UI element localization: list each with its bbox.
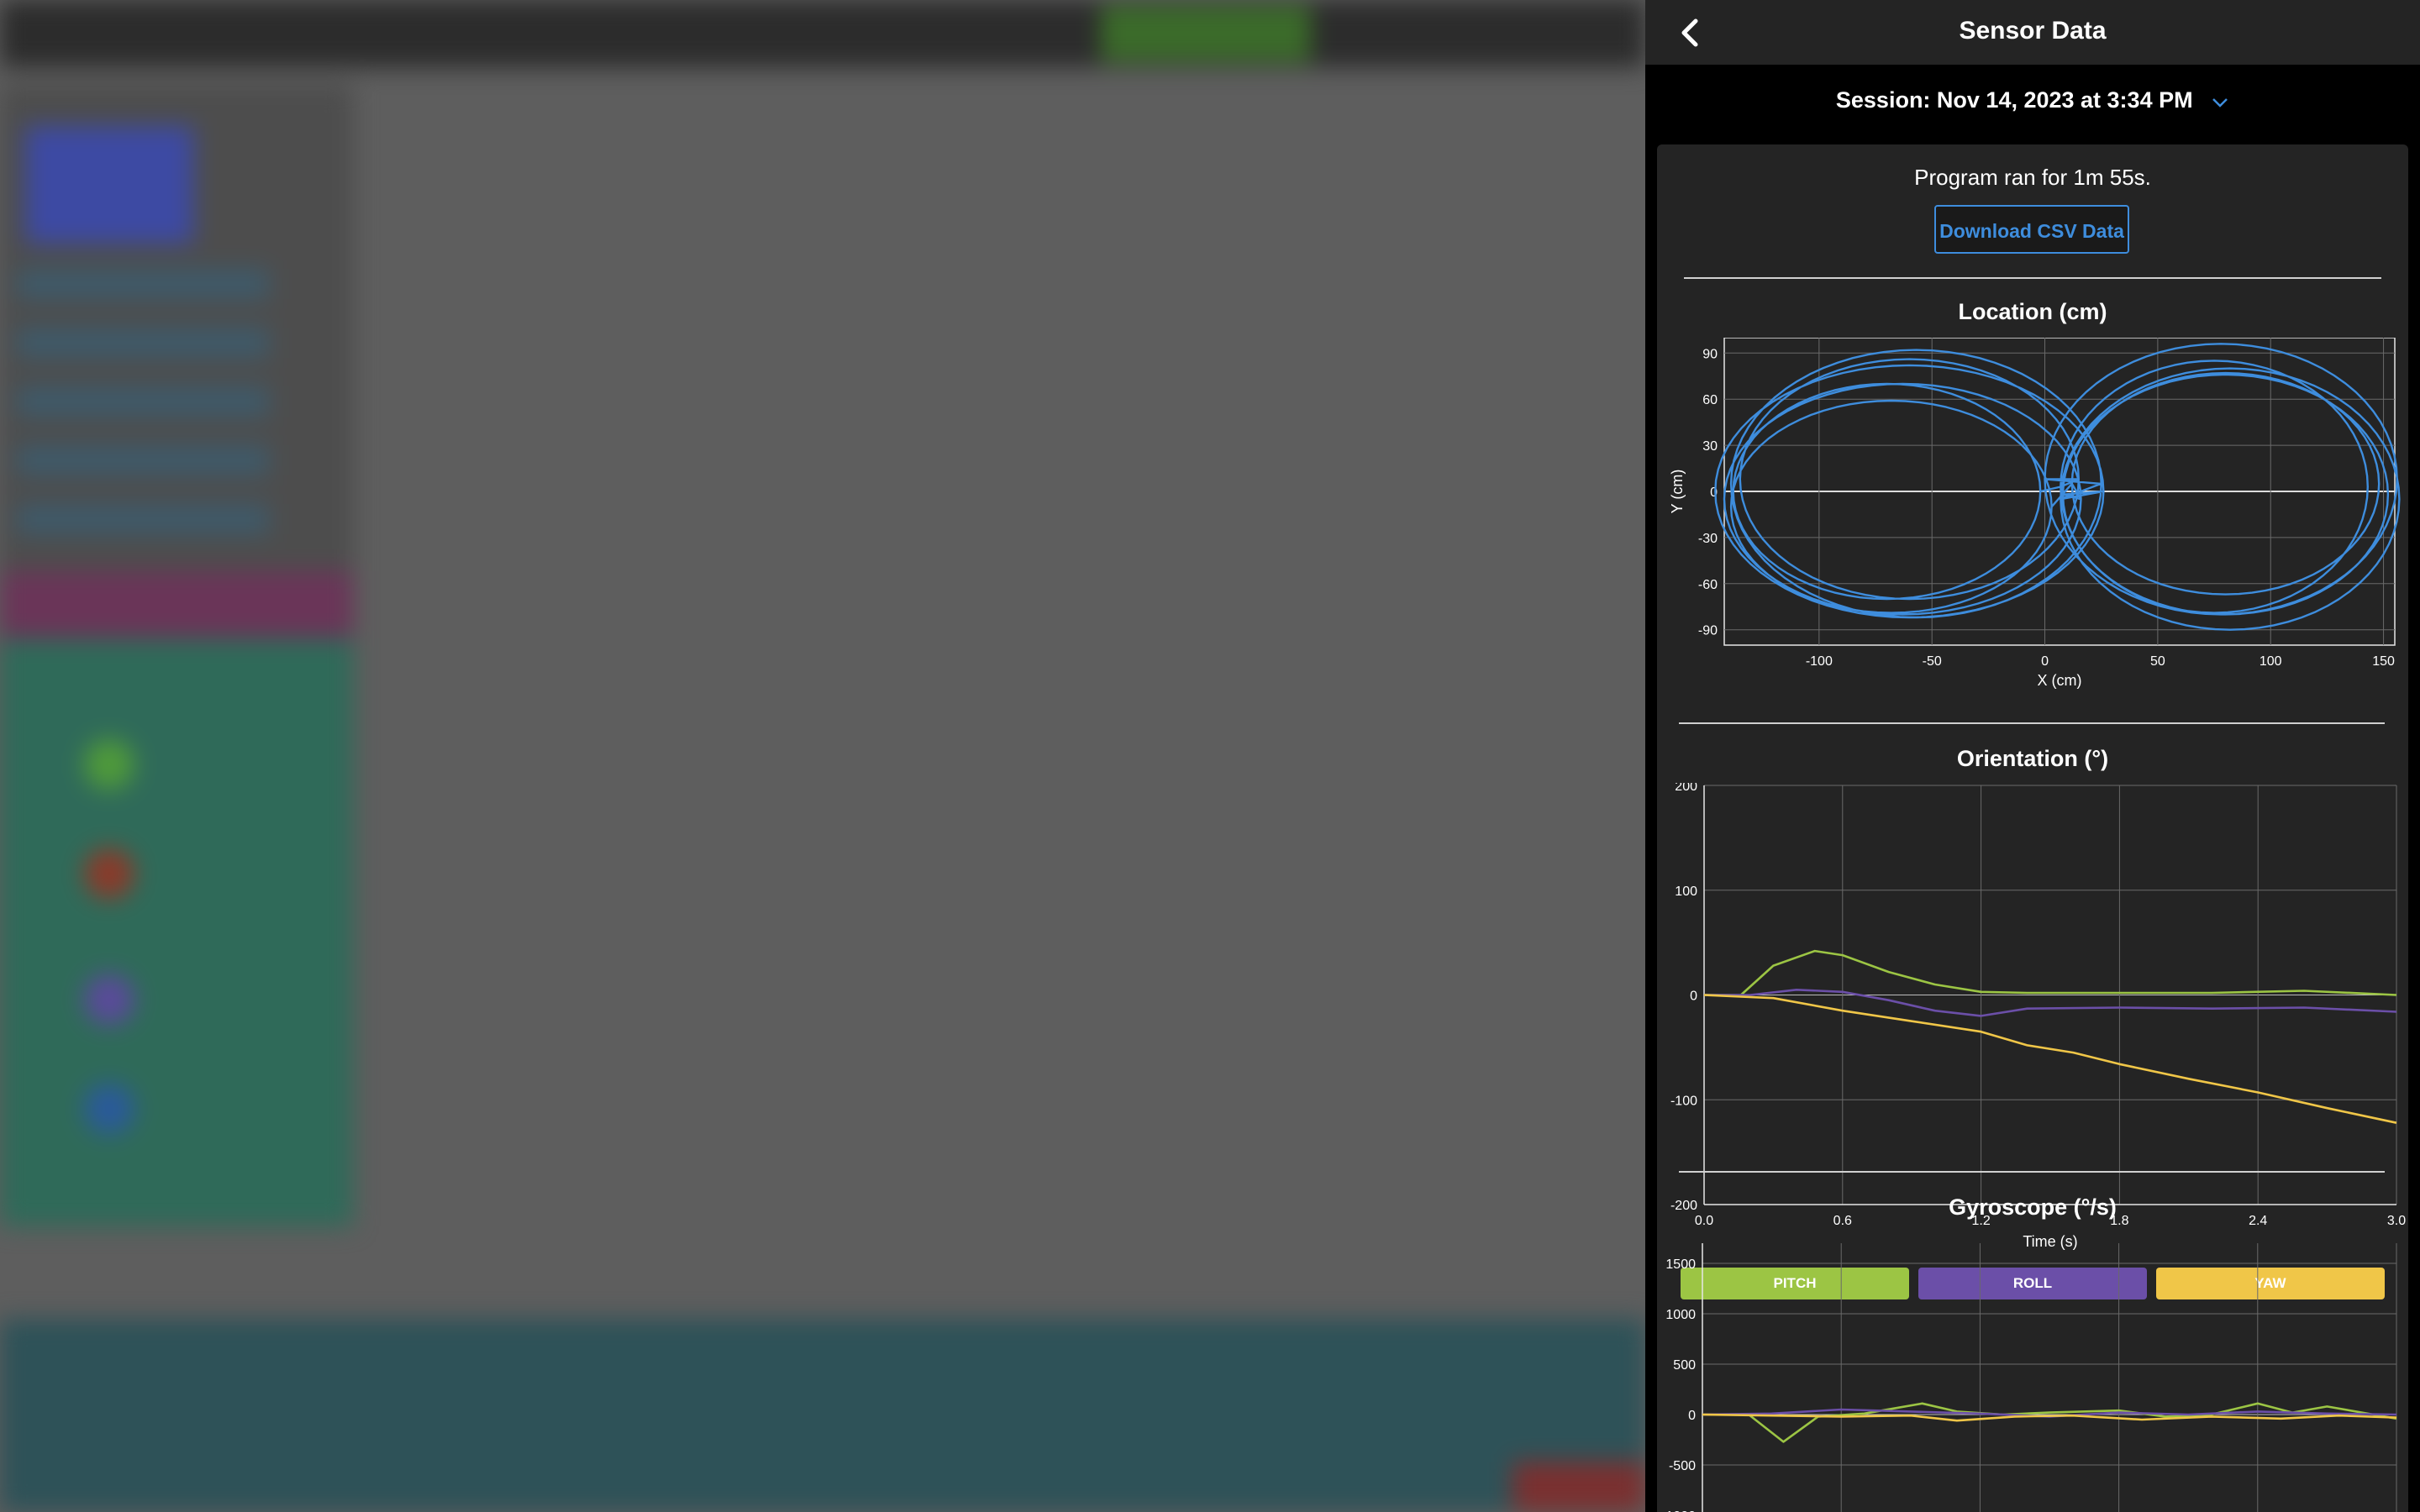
background-block (17, 328, 269, 358)
background-block (17, 445, 269, 475)
gyroscope-y-tick-label: -500 (1669, 1459, 1696, 1473)
divider (1679, 1171, 2385, 1173)
location-y-axis-label: Y (cm) (1669, 470, 1686, 514)
location-y-tick-label: 60 (1702, 393, 1718, 407)
background-selected-category (0, 571, 353, 638)
gyroscope-y-tick-label: 0 (1688, 1409, 1696, 1423)
location-y-tick-label: -30 (1698, 532, 1718, 546)
download-csv-button[interactable]: Download CSV Data (1934, 205, 2129, 254)
location-x-tick-label: 50 (2150, 654, 2165, 669)
background-bottom-bar (0, 1319, 1645, 1512)
background-dot (84, 974, 134, 1025)
location-x-tick-label: 0 (2041, 654, 2049, 669)
background-app (0, 0, 1645, 1512)
location-x-tick-label: -100 (1806, 654, 1833, 669)
gyroscope-pitch-line (1702, 1402, 2397, 1443)
orientation-yaw-line (1703, 994, 2397, 1124)
location-x-tick-label: -50 (1923, 654, 1942, 669)
background-dot (84, 739, 134, 790)
background-block (17, 386, 269, 417)
background-block-list (0, 638, 353, 1226)
orientation-chart-title: Orientation (°) (1956, 746, 2109, 771)
orientation-chart: 2001000-100-2000.0 0.6 1.2 1.8 2.4 3.0Time (s… (1670, 783, 2406, 1250)
location-y-tick-label: -60 (1698, 578, 1718, 592)
divider (1684, 277, 2381, 279)
background-block (17, 269, 269, 299)
gyroscope-y-tick-label: 500 (1673, 1358, 1696, 1373)
sensor-data-card: Program ran for 1m 55s. Download CSV Dat… (1657, 144, 2408, 1512)
background-block (17, 504, 269, 534)
location-x-axis-label: X (cm) (2038, 672, 2082, 689)
orientation-pitch-line (1704, 949, 2397, 996)
background-category (25, 126, 193, 244)
sensor-data-panel: Sensor Data Session: Nov 14, 2023 at 3:3… (1645, 0, 2420, 1512)
orientation-y-tick-label: 200 (1675, 783, 1697, 794)
location-y-tick-label: -90 (1698, 624, 1718, 638)
background-toolbar (0, 0, 1645, 67)
background-dot (84, 1084, 134, 1134)
location-trajectory-line (1714, 343, 2401, 631)
session-selector[interactable]: Session: Nov 14, 2023 at 3:34 PM (1645, 87, 2420, 114)
run-duration-text: Program ran for 1m 55s. (1914, 165, 2151, 190)
panel-title: Sensor Data (1959, 17, 2107, 45)
background-dot (84, 848, 134, 899)
divider (1679, 722, 2385, 724)
gyroscope-chart-title: Gyroscope (°/s) (1949, 1194, 2117, 1220)
location-y-tick-label: 30 (1702, 439, 1718, 454)
orientation-y-tick-label: 0 (1690, 990, 1697, 1004)
background-bottom-accent (1512, 1462, 1645, 1512)
location-x-tick-label: 150 (2372, 654, 2395, 669)
orientation-y-tick-label: -100 (1670, 1094, 1697, 1108)
session-label: Session: Nov 14, 2023 at 3:34 PM (1835, 87, 2193, 113)
location-y-tick-label: 90 (1702, 347, 1718, 361)
background-run-button (1101, 5, 1311, 62)
chevron-down-icon (2211, 88, 2229, 114)
location-chart-title: Location (cm) (1958, 299, 2107, 324)
gyroscope-chart: 150010005000-500-1000 (1661, 1243, 2397, 1512)
background-block-palette (0, 84, 353, 1226)
location-x-tick-label: 100 (2260, 654, 2282, 669)
panel-header: Sensor Data (1645, 0, 2420, 65)
orientation-y-tick-label: 100 (1675, 885, 1697, 899)
gyroscope-y-tick-label: 1500 (1665, 1257, 1696, 1272)
gyroscope-y-tick-label: 1000 (1665, 1308, 1696, 1322)
